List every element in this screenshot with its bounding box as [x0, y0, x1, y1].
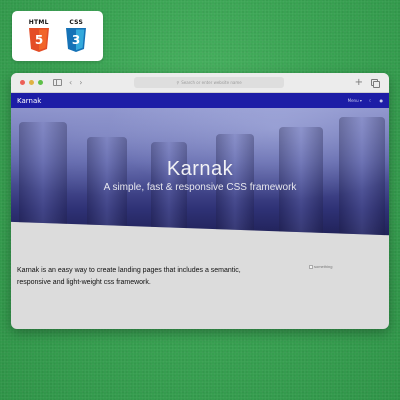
- search-icon: ⚲: [176, 80, 180, 85]
- chevron-right-icon[interactable]: ›: [79, 78, 82, 87]
- close-window-button[interactable]: [20, 80, 25, 85]
- maximize-window-button[interactable]: [38, 80, 43, 85]
- address-bar[interactable]: ⚲ Search or enter website name: [134, 77, 284, 88]
- tabs-overview-icon[interactable]: [371, 79, 380, 88]
- nav-menu-label: Menu: [347, 98, 359, 103]
- css3-number: 3: [72, 33, 80, 47]
- plus-icon[interactable]: +: [355, 78, 363, 88]
- html5-badge: HTML 5: [28, 19, 50, 53]
- html5-icon: 5: [28, 28, 49, 52]
- html5-number: 5: [35, 33, 43, 47]
- hero-subtitle: A simple, fast & responsive CSS framewor…: [103, 182, 297, 193]
- css-label: CSS: [69, 19, 84, 26]
- nav-menu: Menu ▾ ☾ ●: [348, 98, 383, 103]
- address-placeholder: Search or enter website name: [181, 80, 242, 85]
- site-navbar: Karnak Menu ▾ ☾ ●: [11, 93, 389, 108]
- content-image: something: [309, 264, 332, 269]
- window-controls: [16, 80, 43, 85]
- html-label: HTML: [28, 19, 49, 26]
- broken-image-icon: [309, 264, 313, 269]
- css3-icon: 3: [66, 28, 87, 52]
- minimize-window-button[interactable]: [29, 80, 34, 85]
- chevron-left-icon[interactable]: ‹: [69, 78, 72, 87]
- intro-paragraph: Karnak is an easy way to create landing …: [17, 267, 241, 286]
- css3-badge: CSS 3: [65, 19, 87, 53]
- browser-window: ‹ › ⚲ Search or enter website name + Kar…: [11, 73, 389, 329]
- chevron-down-icon: ▾: [359, 98, 362, 103]
- hero-title: Karnak: [166, 158, 234, 180]
- github-icon[interactable]: ●: [380, 98, 384, 103]
- moon-icon[interactable]: ☾: [369, 98, 373, 103]
- hero-section: Karnak A simple, fast & responsive CSS f…: [11, 108, 389, 236]
- sidebar-toggle-icon[interactable]: [53, 79, 62, 86]
- site-brand-link[interactable]: Karnak: [17, 97, 41, 105]
- content-section: Karnak is an easy way to create landing …: [11, 242, 389, 329]
- browser-toolbar: ‹ › ⚲ Search or enter website name +: [11, 73, 389, 93]
- tech-stack-badge: HTML 5 CSS 3: [12, 11, 103, 61]
- image-alt-text: something: [314, 264, 333, 269]
- nav-menu-dropdown[interactable]: Menu ▾: [348, 98, 362, 103]
